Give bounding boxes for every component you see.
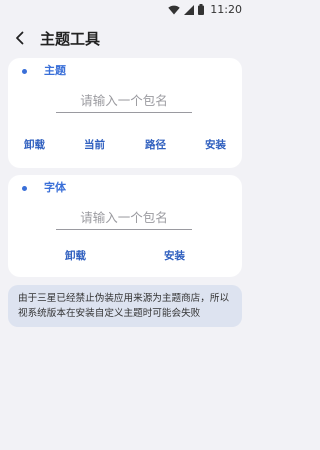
status-icons: 11:20 <box>168 3 242 16</box>
font-install-button[interactable]: 安装 <box>164 249 185 263</box>
theme-section-title: 主题 <box>44 64 66 77</box>
back-arrow-icon <box>13 30 27 49</box>
font-card: 字体 卸载 安装 <box>8 175 242 277</box>
theme-package-input[interactable] <box>56 91 192 113</box>
font-uninstall-button[interactable]: 卸载 <box>65 249 86 263</box>
theme-current-button[interactable]: 当前 <box>84 138 105 152</box>
status-bar: 11:20 <box>0 0 250 20</box>
status-time: 11:20 <box>210 3 242 16</box>
app-bar: 主题工具 <box>0 22 250 56</box>
section-dot <box>22 186 27 191</box>
notice-card: 由于三星已经禁止伪装应用来源为主题商店，所以视系统版本在安装自定义主题时可能会失… <box>8 285 242 327</box>
theme-install-button[interactable]: 安装 <box>205 138 226 152</box>
theme-uninstall-button[interactable]: 卸载 <box>24 138 45 152</box>
back-button[interactable] <box>8 27 32 51</box>
section-dot <box>22 69 27 74</box>
notice-text: 由于三星已经禁止伪装应用来源为主题商店，所以视系统版本在安装自定义主题时可能会失… <box>18 293 230 319</box>
page-title: 主题工具 <box>40 30 101 48</box>
signal-icon <box>184 4 195 15</box>
theme-card: 主题 卸载 当前 路径 安装 <box>8 58 242 168</box>
wifi-icon <box>168 5 180 15</box>
font-section-title: 字体 <box>44 181 66 194</box>
battery-icon <box>198 4 205 15</box>
font-package-input[interactable] <box>56 208 192 230</box>
theme-path-button[interactable]: 路径 <box>145 138 166 152</box>
